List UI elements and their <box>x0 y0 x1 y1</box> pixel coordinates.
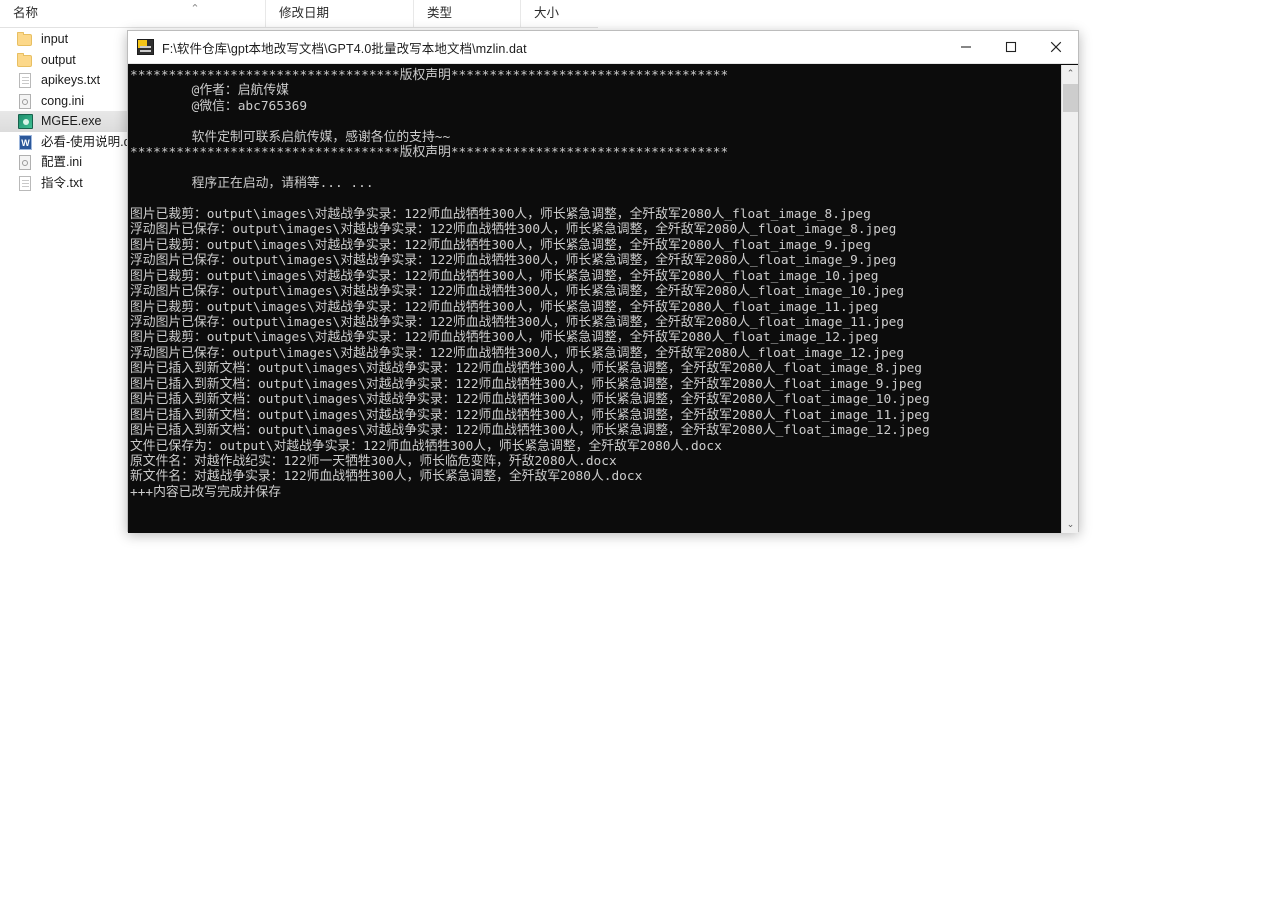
column-header-type[interactable]: 类型 <box>413 0 520 27</box>
maximize-button[interactable] <box>988 31 1033 63</box>
column-header-date-modified-label: 修改日期 <box>279 6 330 20</box>
column-header-date-modified[interactable]: 修改日期 <box>265 0 413 27</box>
column-header-name-label: 名称 <box>13 6 39 20</box>
column-header-size-label: 大小 <box>534 6 560 20</box>
console-line: 新文件名：对越战争实录：122师血战牺牲300人，师长紧急调整，全歼敌军2080… <box>130 469 643 485</box>
close-button[interactable] <box>1033 31 1078 63</box>
console-line: @作者：启航传媒 <box>130 83 289 99</box>
folder-icon <box>17 52 33 68</box>
file-name-label: 指令.txt <box>41 175 83 190</box>
application-icon-glyph <box>18 114 33 130</box>
scroll-up-arrow-icon[interactable]: ⌃ <box>1062 65 1078 82</box>
console-line: 文件已保存为：output\对越战争实录：122师血战牺牲300人，师长紧急调整… <box>130 438 722 454</box>
console-line: 图片已裁剪：output\images\对越战争实录：122师血战牺牲300人，… <box>130 299 879 315</box>
console-line: 图片已插入到新文档：output\images\对越战争实录：122师血战牺牲3… <box>130 423 930 439</box>
column-header-size[interactable]: 大小 <box>520 0 598 27</box>
console-text: ***********************************版权声明*… <box>130 68 1056 500</box>
console-line: 浮动图片已保存：output\images\对越战争实录：122师血战牺牲300… <box>130 284 905 300</box>
word-document-icon-glyph <box>19 134 32 150</box>
config-file-icon-glyph <box>19 93 31 109</box>
folder-icon-glyph <box>17 34 32 47</box>
config-file-icon-glyph <box>19 155 31 171</box>
text-file-icon-glyph <box>19 73 31 89</box>
console-line: 图片已裁剪：output\images\对越战争实录：122师血战牺牲300人，… <box>130 268 879 284</box>
column-header-row: 名称 ⌃ 修改日期 类型 大小 <box>0 0 598 28</box>
scroll-down-arrow-icon[interactable]: ⌄ <box>1062 516 1078 533</box>
screen-root: 名称 ⌃ 修改日期 类型 大小 input output apikeys.txt co… <box>0 0 1280 905</box>
console-line: 程序正在启动，请稍等... ... <box>130 176 374 192</box>
console-line: ***********************************版权声明*… <box>130 68 729 83</box>
file-name-label: apikeys.txt <box>41 73 101 87</box>
console-line: 浮动图片已保存：output\images\对越战争实录：122师血战牺牲300… <box>130 222 897 238</box>
scrollbar-thumb[interactable] <box>1063 84 1078 112</box>
config-file-icon <box>17 93 33 109</box>
file-name-label: MGEE.exe <box>41 114 102 128</box>
application-icon <box>17 113 33 130</box>
console-line: 图片已裁剪：output\images\对越战争实录：122师血战牺牲300人，… <box>130 330 879 346</box>
console-line: 图片已插入到新文档：output\images\对越战争实录：122师血战牺牲3… <box>130 407 930 423</box>
console-line: @微信：abc765369 <box>130 98 308 114</box>
console-line: 浮动图片已保存：output\images\对越战争实录：122师血战牺牲300… <box>130 253 897 269</box>
text-file-icon <box>17 175 33 191</box>
console-line: 浮动图片已保存：output\images\对越战争实录：122师血战牺牲300… <box>130 315 905 330</box>
config-file-icon <box>17 154 33 171</box>
console-line: ***********************************版权声明*… <box>130 145 729 161</box>
folder-icon <box>17 31 33 47</box>
console-window: F:\软件仓库\gpt本地改写文档\GPT4.0批量改写本地文档\mzlin.d… <box>127 30 1079 533</box>
console-title: F:\软件仓库\gpt本地改写文档\GPT4.0批量改写本地文档\mzlin.d… <box>162 41 527 56</box>
minimize-button[interactable] <box>943 31 988 63</box>
file-name-label: input <box>41 32 69 46</box>
console-line: +++内容已改写完成并保存 <box>130 484 282 500</box>
console-line: 浮动图片已保存：output\images\对越战争实录：122师血战牺牲300… <box>130 345 905 361</box>
console-output-area[interactable]: ***********************************版权声明*… <box>128 64 1078 533</box>
console-line: 图片已裁剪：output\images\对越战争实录：122师血战牺牲300人，… <box>130 237 871 253</box>
column-header-type-label: 类型 <box>427 6 453 20</box>
text-file-icon <box>17 72 33 89</box>
console-line: 图片已插入到新文档：output\images\对越战争实录：122师血战牺牲3… <box>130 361 922 377</box>
console-line: 图片已插入到新文档：output\images\对越战争实录：122师血战牺牲3… <box>130 392 930 408</box>
console-titlebar[interactable]: F:\软件仓库\gpt本地改写文档\GPT4.0批量改写本地文档\mzlin.d… <box>128 31 1078 64</box>
console-line: 图片已裁剪：output\images\对越战争实录：122师血战牺牲300人，… <box>130 206 871 222</box>
sort-ascending-icon: ⌃ <box>190 3 200 15</box>
console-line: 原文件名：对越作战纪实：122师一天牺牲300人，师长临危变阵，歼敌2080人.… <box>130 453 617 469</box>
file-name-label: output <box>41 52 76 67</box>
word-document-icon <box>17 134 33 150</box>
console-line: 软件定制可联系启航传媒，感谢各位的支持~~ <box>130 129 451 145</box>
window-controls <box>943 31 1078 63</box>
file-name-label: cong.ini <box>41 93 85 108</box>
console-scrollbar[interactable]: ⌃ ⌄ <box>1061 65 1078 533</box>
file-name-label: 配置.ini <box>41 155 82 169</box>
text-file-icon-glyph <box>19 175 31 191</box>
console-app-icon <box>137 39 154 55</box>
column-header-name[interactable]: 名称 ⌃ <box>0 0 265 27</box>
folder-icon-glyph <box>17 54 32 67</box>
console-line: 图片已插入到新文档：output\images\对越战争实录：122师血战牺牲3… <box>130 376 922 392</box>
